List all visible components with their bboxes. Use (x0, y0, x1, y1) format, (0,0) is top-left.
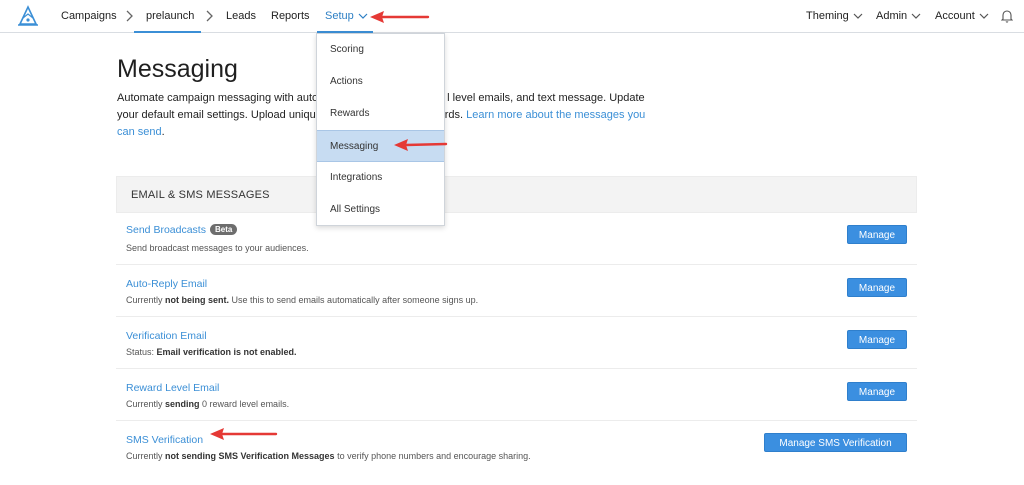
desc-line2-b: rds. (444, 109, 464, 121)
chevron-right-icon (206, 10, 213, 22)
row-subtitle: Currently sending 0 reward level emails. (126, 399, 289, 409)
learn-more-link[interactable]: Learn more about the messages you (466, 109, 645, 121)
manage-button[interactable]: Manage (847, 225, 907, 244)
row-title-link[interactable]: Reward Level Email (126, 382, 219, 394)
sub-bold: sending (165, 399, 200, 409)
nav-setup[interactable]: Setup (325, 0, 368, 33)
manage-sms-verification-button[interactable]: Manage SMS Verification (764, 433, 907, 452)
red-arrow-annotation (210, 428, 278, 440)
nav-theming-label: Theming (806, 10, 849, 22)
dropdown-item-rewards[interactable]: Rewards (317, 98, 444, 130)
learn-more-link-cont[interactable]: can send (117, 126, 162, 138)
nav-leads[interactable]: Leads (226, 0, 256, 33)
nav-admin-label: Admin (876, 10, 908, 22)
sub-pre: Status: (126, 347, 157, 357)
dropdown-item-scoring[interactable]: Scoring (317, 34, 444, 66)
app-logo-icon[interactable] (16, 4, 40, 28)
sub-pre: Currently (126, 399, 166, 409)
row-title-link[interactable]: Auto-Reply Email (126, 278, 207, 290)
nav-setup-label: Setup (325, 10, 354, 22)
row-title-link[interactable]: Send Broadcasts Beta (126, 224, 238, 236)
row-subtitle: Currently not being sent. Use this to se… (126, 295, 478, 305)
beta-badge: Beta (209, 224, 238, 235)
row-subtitle: Status: Email verification is not enable… (126, 347, 297, 357)
nav-reports[interactable]: Reports (271, 0, 310, 33)
setup-dropdown-menu: Scoring Actions Rewards Messaging Integr… (316, 33, 445, 226)
manage-button[interactable]: Manage (847, 382, 907, 401)
manage-button[interactable]: Manage (847, 330, 907, 349)
nav-theming[interactable]: Theming (806, 0, 863, 33)
dropdown-item-actions[interactable]: Actions (317, 66, 444, 98)
nav-account[interactable]: Account (935, 0, 989, 33)
nav-prelaunch[interactable]: prelaunch (146, 0, 194, 33)
red-arrow-annotation (370, 11, 430, 23)
sub-post: to verify phone numbers and encourage sh… (334, 451, 531, 461)
red-arrow-annotation (394, 139, 448, 151)
message-row-auto-reply: Auto-Reply Email Currently not being sen… (116, 265, 917, 317)
top-navigation: Campaigns prelaunch Leads Reports Setup … (0, 0, 1024, 33)
sub-pre: Currently (126, 295, 166, 305)
desc-end: . (161, 126, 165, 138)
sub-post: 0 reward level emails. (199, 399, 290, 409)
chevron-down-icon (853, 13, 863, 19)
row-title-link[interactable]: Verification Email (126, 330, 207, 342)
chevron-down-icon (979, 13, 989, 19)
section-header: EMAIL & SMS MESSAGES (116, 176, 917, 213)
message-row-reward-level: Reward Level Email Currently sending 0 r… (116, 369, 917, 421)
row-title-text: Send Broadcasts (126, 224, 206, 236)
nav-admin[interactable]: Admin (876, 0, 921, 33)
sub-post: Use this to send emails automatically af… (229, 295, 479, 305)
section-title: EMAIL & SMS MESSAGES (131, 189, 270, 201)
sub-bold: not sending SMS Verification Messages (165, 451, 335, 461)
row-subtitle: Currently not sending SMS Verification M… (126, 451, 531, 461)
dropdown-item-integrations[interactable]: Integrations (317, 162, 444, 194)
nav-campaigns[interactable]: Campaigns (61, 0, 117, 33)
chevron-down-icon (911, 13, 921, 19)
chevron-down-icon (358, 13, 368, 19)
desc-part2: l level emails, and text message. Update (447, 92, 645, 104)
row-title-link[interactable]: SMS Verification (126, 434, 203, 446)
page-title: Messaging (117, 55, 238, 83)
chevron-right-icon (126, 10, 133, 22)
sub-bold: not being sent. (165, 295, 230, 305)
nav-account-label: Account (935, 10, 975, 22)
dropdown-item-all-settings[interactable]: All Settings (317, 194, 444, 226)
manage-button[interactable]: Manage (847, 278, 907, 297)
prelaunch-active-underline (134, 31, 201, 33)
sub-bold: Email verification is not enabled. (156, 347, 297, 357)
message-row-send-broadcasts: Send Broadcasts Beta Send broadcast messa… (116, 213, 917, 265)
row-subtitle: Send broadcast messages to your audience… (126, 243, 309, 253)
sub-pre: Currently (126, 451, 166, 461)
desc-line2-a: your default email settings. Upload uniq… (117, 109, 316, 121)
message-row-verification-email: Verification Email Status: Email verific… (116, 317, 917, 369)
bell-icon[interactable] (1001, 9, 1013, 23)
desc-part1: Automate campaign messaging with auto (117, 92, 319, 104)
